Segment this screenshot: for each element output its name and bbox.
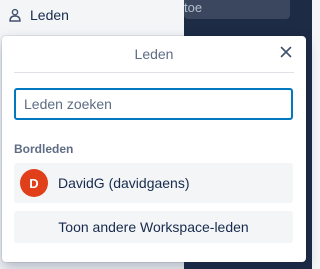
close-button[interactable] <box>276 44 296 64</box>
divider <box>14 72 294 73</box>
member-list-item[interactable]: D DavidG (davidgaens) <box>14 163 293 203</box>
avatar: D <box>20 169 48 197</box>
member-name: DavidG (davidgaens) <box>58 175 190 191</box>
board-card-text: toe <box>184 0 203 15</box>
person-icon <box>8 8 22 22</box>
sidebar-item-members[interactable]: Leden <box>8 2 69 28</box>
popover-title: Leden <box>134 46 174 62</box>
show-workspace-members-button[interactable]: Toon andere Workspace-leden <box>14 211 293 243</box>
members-popover: Leden Bordleden D DavidG (davidgaens) To… <box>2 36 306 262</box>
board-card[interactable]: toe <box>184 0 290 19</box>
sidebar-item-label: Leden <box>30 7 69 23</box>
section-label: Bordleden <box>14 142 74 156</box>
close-icon <box>280 45 292 63</box>
search-members-input[interactable] <box>14 88 293 120</box>
